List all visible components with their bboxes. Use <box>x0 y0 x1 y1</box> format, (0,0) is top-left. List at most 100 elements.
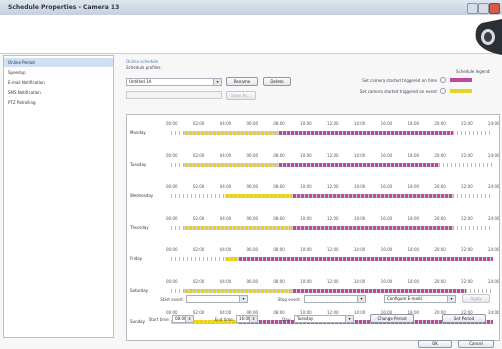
time-tick-label: 10:00 <box>300 247 312 252</box>
time-tick-label: 18:00 <box>407 152 420 158</box>
time-tick-label: 14:00 <box>353 121 366 126</box>
schedule-segment-purple[interactable] <box>291 225 453 230</box>
time-tick-label: 22:00 <box>461 247 473 252</box>
schedule-segment-purple[interactable] <box>291 288 467 293</box>
schedule-segment-yellow[interactable] <box>184 162 279 167</box>
schedule-segment-empty[interactable] <box>452 194 493 198</box>
time-tick-label: 02:00 <box>192 215 205 221</box>
schedule-segment-empty[interactable] <box>452 131 493 135</box>
sidebar-item-speedup[interactable]: Speedup <box>4 68 113 77</box>
legend-title: Schedule legend: <box>456 69 491 74</box>
time-tick-label: 06:00 <box>246 278 259 284</box>
set-period-button[interactable]: Set Period <box>442 314 486 323</box>
day-select[interactable]: Tuesday ▾ <box>294 315 354 323</box>
new-profile-input[interactable] <box>126 91 222 99</box>
time-tick-label: 04:00 <box>219 121 232 126</box>
time-tick-label: 08:00 <box>273 247 285 252</box>
legend-radio-time[interactable] <box>440 77 446 83</box>
chevron-down-icon: ▾ <box>345 316 353 322</box>
schedule-segment-empty[interactable] <box>452 225 493 230</box>
time-tick-label: 22:00 <box>461 278 473 284</box>
time-tick-label: 08:00 <box>273 121 285 126</box>
time-tick-label: 02:00 <box>192 310 205 315</box>
time-tick-label: 04:00 <box>219 247 232 252</box>
time-tick-label: 00:00 <box>166 121 178 126</box>
time-tick-label: 14:00 <box>353 278 366 284</box>
time-tick-label: 14:00 <box>353 247 366 252</box>
schedule-segment-yellow[interactable] <box>224 257 239 261</box>
section-title: Online schedule <box>126 59 159 64</box>
rename-button[interactable]: Rename <box>226 77 258 86</box>
schedule-segment-empty[interactable] <box>171 225 185 230</box>
time-tick-label: 22:00 <box>461 152 473 158</box>
time-tick-label: 02:00 <box>192 184 205 189</box>
legend-radio-event[interactable] <box>440 88 446 94</box>
save-as-button[interactable]: Save As... <box>226 91 256 100</box>
apply-button[interactable]: Apply <box>462 294 490 303</box>
camera-icon <box>475 19 502 55</box>
time-tick-label: 04:00 <box>219 152 232 158</box>
schedule-segment-empty[interactable] <box>171 257 225 261</box>
sidebar-item-sms-notification[interactable]: SMS Notification <box>4 88 113 97</box>
time-tick-label: 00:00 <box>166 152 178 158</box>
time-tick-label: 04:00 <box>219 278 232 284</box>
time-tick-label: 22:00 <box>461 184 473 189</box>
day-label-friday: Friday <box>130 256 143 261</box>
sidebar-item-ptz-patrolling[interactable]: PTZ Patrolling <box>4 98 113 107</box>
time-tick-label: 12:00 <box>327 184 339 189</box>
schedule-segment-purple[interactable] <box>278 162 440 167</box>
schedule-segment-empty[interactable] <box>171 131 185 135</box>
profile-select[interactable]: Untitled 1A ▾ <box>126 78 222 86</box>
schedule-segment-yellow[interactable] <box>184 288 292 293</box>
schedule-segment-purple[interactable] <box>278 131 453 135</box>
time-tick-label: 24:00 <box>488 247 500 252</box>
time-tick-label: 24:00 <box>488 121 500 126</box>
sidebar-item-online-period[interactable]: Online Period <box>4 58 113 67</box>
schedule-segment-empty[interactable] <box>171 162 185 167</box>
schedule-segment-yellow[interactable] <box>184 131 279 135</box>
time-tick-label: 20:00 <box>434 184 446 189</box>
schedule-segment-purple[interactable] <box>291 194 453 198</box>
chevron-down-icon: ▾ <box>213 79 221 85</box>
day-label-tuesday: Tuesday <box>130 161 147 167</box>
day-label-thursday: Thursday <box>130 224 149 230</box>
time-tick-label: 04:00 <box>219 310 232 315</box>
change-period-button[interactable]: Change Period <box>370 314 414 323</box>
time-tick-label: 16:00 <box>380 247 393 252</box>
close-button[interactable] <box>489 3 500 14</box>
stop-event-select[interactable]: ▾ <box>304 295 366 303</box>
time-tick-label: 00:00 <box>166 215 178 221</box>
window-title: Schedule Properties - Camera 13 <box>8 4 120 11</box>
schedule-segment-empty[interactable] <box>171 194 225 198</box>
maximize-button[interactable] <box>478 3 489 14</box>
time-tick-label: 16:00 <box>380 278 393 284</box>
time-tick-label: 10:00 <box>300 152 312 158</box>
profile-value: Untitled 1A <box>129 79 152 84</box>
minimize-button[interactable] <box>467 3 478 14</box>
sidebar-item-email-notification[interactable]: E-mail Notification <box>4 78 113 87</box>
cancel-button[interactable]: Cancel <box>458 340 494 348</box>
schedule-segment-empty[interactable] <box>439 162 493 167</box>
spinner-icon[interactable]: ⇕ <box>185 316 193 322</box>
time-tick-label: 14:00 <box>353 310 366 315</box>
schedule-segment-empty[interactable] <box>171 288 185 293</box>
weekly-schedule-grid[interactable]: Monday 00:00 02:00 04:00 06:00 08:00 10:00 12:0… <box>126 114 500 341</box>
schedule-segment-yellow[interactable] <box>184 225 292 230</box>
time-tick-label: 24:00 <box>488 152 500 158</box>
end-time-input[interactable]: 16:00 ⇕ <box>236 315 258 323</box>
time-tick-label: 16:00 <box>380 184 393 189</box>
legend-label-time: Set camera started triggered on time <box>362 78 437 83</box>
schedule-segment-yellow[interactable] <box>224 194 292 198</box>
delete-button[interactable]: Delete <box>263 77 291 86</box>
start-event-select[interactable]: ▾ <box>186 295 248 303</box>
time-tick-label: 16:00 <box>380 152 393 158</box>
schedule-segment-purple[interactable] <box>238 257 493 261</box>
configure-select[interactable]: Configure E-mails ▾ <box>384 295 456 303</box>
schedule-segment-empty[interactable] <box>466 288 493 293</box>
ok-button[interactable]: OK <box>418 340 452 348</box>
time-tick-label: 08:00 <box>273 152 285 158</box>
spinner-icon[interactable]: ⇕ <box>249 316 257 322</box>
time-tick-label: 22:00 <box>461 121 473 126</box>
stop-event-label: Stop event: <box>277 297 301 302</box>
start-time-input[interactable]: 08:00 ⇕ <box>172 315 194 323</box>
